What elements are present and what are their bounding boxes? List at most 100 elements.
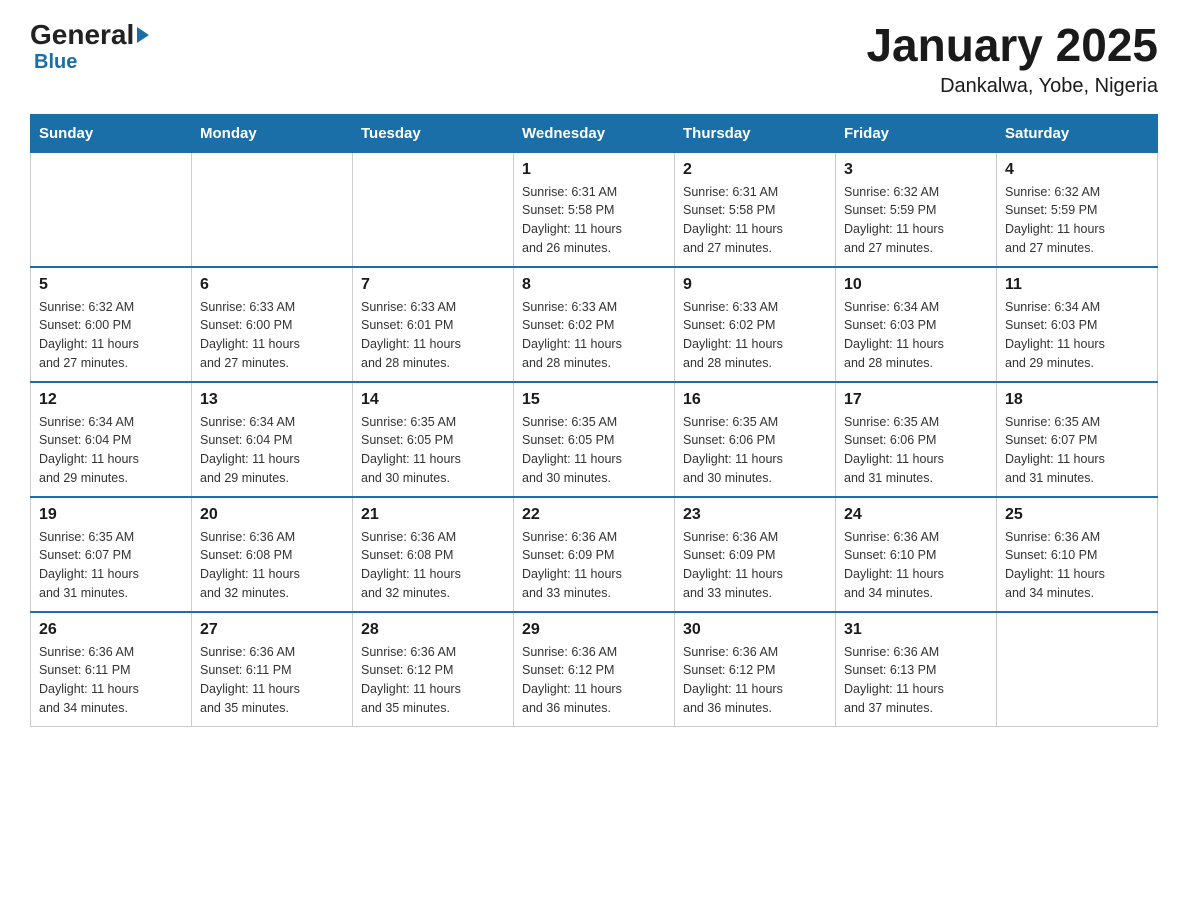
calendar-header-row: SundayMondayTuesdayWednesdayThursdayFrid… — [31, 114, 1158, 152]
calendar-cell: 4Sunrise: 6:32 AM Sunset: 5:59 PM Daylig… — [997, 152, 1158, 267]
day-number: 15 — [522, 391, 666, 409]
calendar-title: January 2025 — [866, 20, 1158, 71]
day-info: Sunrise: 6:33 AM Sunset: 6:02 PM Dayligh… — [683, 298, 827, 373]
day-info: Sunrise: 6:35 AM Sunset: 6:05 PM Dayligh… — [361, 413, 505, 488]
day-number: 22 — [522, 506, 666, 524]
day-info: Sunrise: 6:35 AM Sunset: 6:07 PM Dayligh… — [39, 528, 183, 603]
day-info: Sunrise: 6:36 AM Sunset: 6:11 PM Dayligh… — [39, 643, 183, 718]
day-info: Sunrise: 6:36 AM Sunset: 6:12 PM Dayligh… — [522, 643, 666, 718]
day-info: Sunrise: 6:35 AM Sunset: 6:06 PM Dayligh… — [844, 413, 988, 488]
calendar-cell — [31, 152, 192, 267]
calendar-subtitle: Dankalwa, Yobe, Nigeria — [866, 75, 1158, 98]
day-number: 6 — [200, 276, 344, 294]
day-info: Sunrise: 6:33 AM Sunset: 6:01 PM Dayligh… — [361, 298, 505, 373]
day-number: 25 — [1005, 506, 1149, 524]
day-info: Sunrise: 6:36 AM Sunset: 6:09 PM Dayligh… — [522, 528, 666, 603]
calendar-cell: 5Sunrise: 6:32 AM Sunset: 6:00 PM Daylig… — [31, 267, 192, 382]
calendar-cell: 18Sunrise: 6:35 AM Sunset: 6:07 PM Dayli… — [997, 382, 1158, 497]
day-number: 1 — [522, 161, 666, 179]
day-number: 5 — [39, 276, 183, 294]
calendar-cell — [353, 152, 514, 267]
calendar-cell — [192, 152, 353, 267]
calendar-cell: 9Sunrise: 6:33 AM Sunset: 6:02 PM Daylig… — [675, 267, 836, 382]
page-header: General Blue January 2025 Dankalwa, Yobe… — [30, 20, 1158, 98]
calendar-cell: 29 Sunrise: 6:36 AM Sunset: 6:12 PM Dayli… — [514, 612, 675, 727]
day-info: Sunrise: 6:36 AM Sunset: 6:12 PM Dayligh… — [683, 643, 827, 718]
day-number: 4 — [1005, 161, 1149, 179]
calendar-cell: 30 Sunrise: 6:36 AM Sunset: 6:12 PM Dayli… — [675, 612, 836, 727]
day-info: Sunrise: 6:34 AM Sunset: 6:03 PM Dayligh… — [844, 298, 988, 373]
calendar-cell: 2Sunrise: 6:31 AM Sunset: 5:58 PM Daylig… — [675, 152, 836, 267]
day-number: 19 — [39, 506, 183, 524]
logo-arrow-icon — [137, 27, 149, 43]
calendar-table: SundayMondayTuesdayWednesdayThursdayFrid… — [30, 114, 1158, 727]
day-number: 8 — [522, 276, 666, 294]
calendar-cell: 12 Sunrise: 6:34 AM Sunset: 6:04 PM Dayli… — [31, 382, 192, 497]
calendar-cell: 15 Sunrise: 6:35 AM Sunset: 6:05 PM Dayli… — [514, 382, 675, 497]
calendar-cell: 16Sunrise: 6:35 AM Sunset: 6:06 PM Dayli… — [675, 382, 836, 497]
calendar-cell: 31Sunrise: 6:36 AM Sunset: 6:13 PM Dayli… — [836, 612, 997, 727]
calendar-cell: 11 Sunrise: 6:34 AM Sunset: 6:03 PM Dayli… — [997, 267, 1158, 382]
logo: General Blue — [30, 20, 149, 73]
calendar-cell: 19 Sunrise: 6:35 AM Sunset: 6:07 PM Dayli… — [31, 497, 192, 612]
calendar-cell: 23Sunrise: 6:36 AM Sunset: 6:09 PM Dayli… — [675, 497, 836, 612]
column-header-tuesday: Tuesday — [353, 114, 514, 152]
day-info: Sunrise: 6:36 AM Sunset: 6:11 PM Dayligh… — [200, 643, 344, 718]
column-header-friday: Friday — [836, 114, 997, 152]
day-number: 30 — [683, 621, 827, 639]
day-info: Sunrise: 6:36 AM Sunset: 6:08 PM Dayligh… — [361, 528, 505, 603]
calendar-cell: 27 Sunrise: 6:36 AM Sunset: 6:11 PM Dayli… — [192, 612, 353, 727]
day-number: 18 — [1005, 391, 1149, 409]
day-info: Sunrise: 6:35 AM Sunset: 6:05 PM Dayligh… — [522, 413, 666, 488]
day-number: 14 — [361, 391, 505, 409]
day-number: 28 — [361, 621, 505, 639]
column-header-saturday: Saturday — [997, 114, 1158, 152]
calendar-cell: 24Sunrise: 6:36 AM Sunset: 6:10 PM Dayli… — [836, 497, 997, 612]
column-header-monday: Monday — [192, 114, 353, 152]
day-number: 7 — [361, 276, 505, 294]
day-number: 11 — [1005, 276, 1149, 294]
calendar-cell: 7 Sunrise: 6:33 AM Sunset: 6:01 PM Daylig… — [353, 267, 514, 382]
day-number: 2 — [683, 161, 827, 179]
day-number: 31 — [844, 621, 988, 639]
day-info: Sunrise: 6:36 AM Sunset: 6:10 PM Dayligh… — [1005, 528, 1149, 603]
day-info: Sunrise: 6:36 AM Sunset: 6:09 PM Dayligh… — [683, 528, 827, 603]
calendar-cell: 8 Sunrise: 6:33 AM Sunset: 6:02 PM Daylig… — [514, 267, 675, 382]
day-number: 10 — [844, 276, 988, 294]
logo-blue-text: Blue — [34, 51, 77, 73]
column-header-thursday: Thursday — [675, 114, 836, 152]
calendar-cell: 17 Sunrise: 6:35 AM Sunset: 6:06 PM Dayli… — [836, 382, 997, 497]
day-info: Sunrise: 6:33 AM Sunset: 6:02 PM Dayligh… — [522, 298, 666, 373]
calendar-cell: 6Sunrise: 6:33 AM Sunset: 6:00 PM Daylig… — [192, 267, 353, 382]
calendar-cell — [997, 612, 1158, 727]
calendar-cell: 22 Sunrise: 6:36 AM Sunset: 6:09 PM Dayli… — [514, 497, 675, 612]
logo-general-text: General — [30, 20, 134, 51]
title-block: January 2025 Dankalwa, Yobe, Nigeria — [866, 20, 1158, 98]
calendar-cell: 3Sunrise: 6:32 AM Sunset: 5:59 PM Daylig… — [836, 152, 997, 267]
day-info: Sunrise: 6:36 AM Sunset: 6:08 PM Dayligh… — [200, 528, 344, 603]
calendar-cell: 14 Sunrise: 6:35 AM Sunset: 6:05 PM Dayli… — [353, 382, 514, 497]
day-number: 29 — [522, 621, 666, 639]
day-number: 20 — [200, 506, 344, 524]
day-info: Sunrise: 6:34 AM Sunset: 6:03 PM Dayligh… — [1005, 298, 1149, 373]
calendar-cell: 10 Sunrise: 6:34 AM Sunset: 6:03 PM Dayli… — [836, 267, 997, 382]
day-number: 17 — [844, 391, 988, 409]
day-number: 27 — [200, 621, 344, 639]
day-info: Sunrise: 6:32 AM Sunset: 5:59 PM Dayligh… — [844, 183, 988, 258]
day-info: Sunrise: 6:34 AM Sunset: 6:04 PM Dayligh… — [39, 413, 183, 488]
calendar-cell: 1 Sunrise: 6:31 AM Sunset: 5:58 PM Daylig… — [514, 152, 675, 267]
day-number: 13 — [200, 391, 344, 409]
week-row-4: 19 Sunrise: 6:35 AM Sunset: 6:07 PM Dayli… — [31, 497, 1158, 612]
week-row-5: 26 Sunrise: 6:36 AM Sunset: 6:11 PM Dayli… — [31, 612, 1158, 727]
calendar-cell: 13Sunrise: 6:34 AM Sunset: 6:04 PM Dayli… — [192, 382, 353, 497]
column-header-sunday: Sunday — [31, 114, 192, 152]
column-header-wednesday: Wednesday — [514, 114, 675, 152]
week-row-2: 5Sunrise: 6:32 AM Sunset: 6:00 PM Daylig… — [31, 267, 1158, 382]
calendar-cell: 20 Sunrise: 6:36 AM Sunset: 6:08 PM Dayli… — [192, 497, 353, 612]
calendar-cell: 25 Sunrise: 6:36 AM Sunset: 6:10 PM Dayli… — [997, 497, 1158, 612]
day-info: Sunrise: 6:36 AM Sunset: 6:10 PM Dayligh… — [844, 528, 988, 603]
day-number: 12 — [39, 391, 183, 409]
calendar-cell: 26 Sunrise: 6:36 AM Sunset: 6:11 PM Dayli… — [31, 612, 192, 727]
day-number: 26 — [39, 621, 183, 639]
day-info: Sunrise: 6:31 AM Sunset: 5:58 PM Dayligh… — [522, 183, 666, 258]
